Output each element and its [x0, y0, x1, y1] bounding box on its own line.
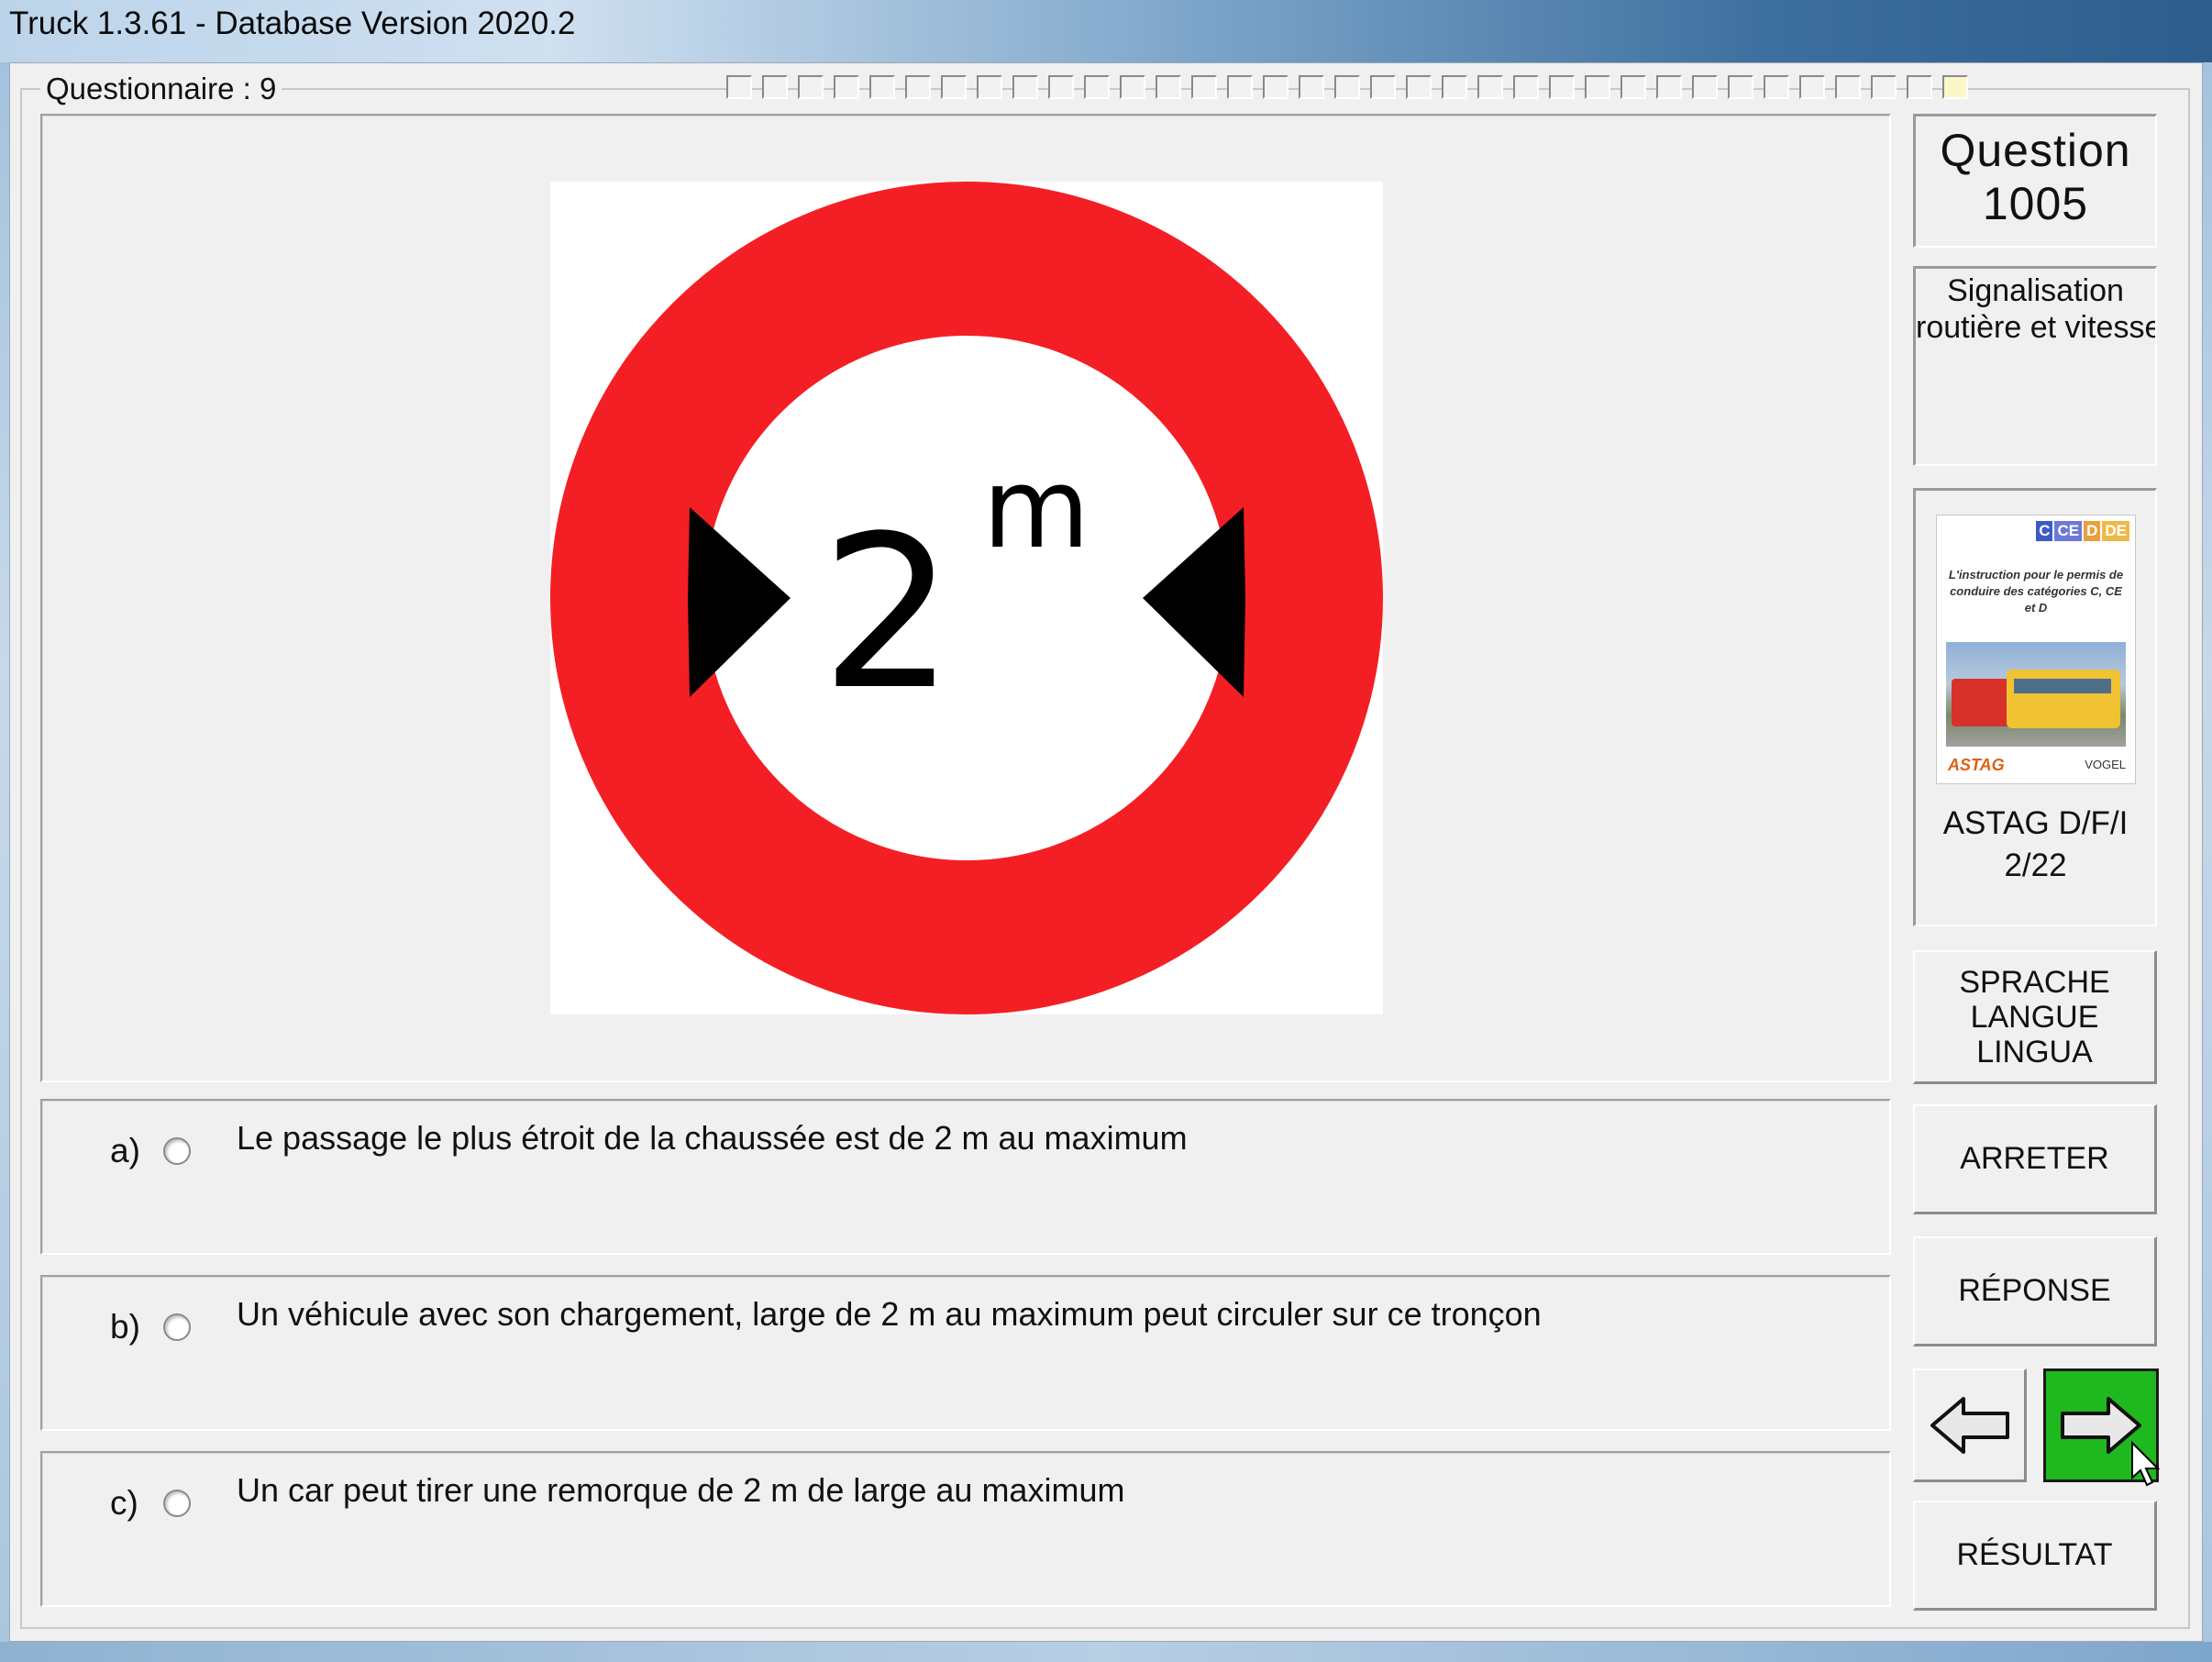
progress-box [1120, 75, 1145, 99]
progress-box [726, 75, 752, 99]
progress-box [1263, 75, 1288, 99]
publisher-logo: VOGEL [2085, 758, 2126, 771]
progress-box [869, 75, 895, 99]
result-button[interactable]: RÉSULTAT [1913, 1501, 2157, 1611]
book-title: L'instruction pour le permis de conduire… [1948, 568, 2124, 615]
book-tag: DE [2102, 521, 2129, 541]
next-button[interactable] [2043, 1368, 2161, 1487]
answer-text[interactable]: Un car peut tirer une remorque de 2 m de… [237, 1471, 1124, 1510]
progress-box [1585, 75, 1610, 99]
progress-box [1513, 75, 1539, 99]
sign-right-arrow [1143, 507, 1245, 697]
progress-box [1620, 75, 1646, 99]
answer-row-b[interactable]: b) Un véhicule avec son chargement, larg… [40, 1275, 1891, 1431]
language-label-fr: LANGUE [1970, 999, 2099, 1035]
language-button[interactable]: SPRACHE LANGUE LINGUA [1913, 950, 2157, 1084]
progress-box [1907, 75, 1932, 99]
book-tag: CE [2054, 521, 2083, 541]
progress-box [1942, 75, 1968, 99]
bus-illustration [2007, 670, 2120, 728]
stop-button[interactable]: ARRETER [1913, 1104, 2157, 1214]
book-photo [1946, 642, 2126, 747]
progress-box [1012, 75, 1038, 99]
progress-box [941, 75, 967, 99]
category-box: Signalisation routière et vitesse [1913, 266, 2157, 466]
answer-row-c[interactable]: c) Un car peut tirer une remorque de 2 m… [40, 1451, 1891, 1607]
reference-caption: ASTAG D/F/I 2/22 [1916, 803, 2155, 887]
arrow-left-icon [1930, 1396, 2009, 1454]
answer-radio-c[interactable] [163, 1490, 191, 1517]
title-bar[interactable]: Truck 1.3.61 - Database Version 2020.2 [0, 0, 2212, 62]
reference-box: C CE D DE L'instruction pour le permis d… [1913, 488, 2157, 926]
progress-box [1764, 75, 1789, 99]
questionnaire-label: Questionnaire : 9 [40, 72, 282, 106]
progress-box [1728, 75, 1753, 99]
category-line1: Signalisation [1947, 273, 2124, 308]
question-number: 1005 [1982, 178, 2089, 229]
progress-box [977, 75, 1002, 99]
progress-box [1799, 75, 1825, 99]
previous-button[interactable] [1913, 1368, 2027, 1482]
question-number-box: Question 1005 [1913, 114, 2157, 248]
progress-box [1370, 75, 1396, 99]
progress-box [1191, 75, 1217, 99]
answer-button[interactable]: RÉPONSE [1913, 1236, 2157, 1346]
mouse-cursor-icon [2131, 1441, 2161, 1487]
reference-line2: 2/22 [2004, 848, 2067, 883]
window-title: Truck 1.3.61 - Database Version 2020.2 [9, 6, 576, 41]
answer-text[interactable]: Un véhicule avec son chargement, large d… [237, 1295, 1542, 1334]
reference-line1: ASTAG D/F/I [1942, 805, 2129, 841]
sign-unit: m [983, 446, 1090, 573]
progress-box [1477, 75, 1503, 99]
category-line2: routière et vitesse [1916, 310, 2155, 345]
publisher-logo: ASTAG [1948, 756, 2005, 774]
progress-box [1442, 75, 1467, 99]
answer-text[interactable]: Le passage le plus étroit de la chaussée… [237, 1119, 1188, 1158]
book-category-tags: C CE D DE [2036, 521, 2129, 541]
progress-box [798, 75, 824, 99]
progress-box [762, 75, 788, 99]
sign-left-arrow [688, 507, 791, 697]
window-bottom-border [0, 1642, 2212, 1662]
progress-box [1549, 75, 1575, 99]
answer-letter: a) [110, 1132, 140, 1169]
progress-box [1048, 75, 1074, 99]
progress-box [1871, 75, 1897, 99]
progress-box [1299, 75, 1324, 99]
progress-box [1156, 75, 1181, 99]
progress-box [1334, 75, 1360, 99]
app-window: Truck 1.3.61 - Database Version 2020.2 Q… [0, 0, 2212, 1662]
progress-box [834, 75, 859, 99]
sign-value: 2 [821, 492, 955, 737]
progress-box [1406, 75, 1432, 99]
progress-box [1227, 75, 1253, 99]
answer-letter: c) [110, 1484, 138, 1522]
language-label-it: LINGUA [1976, 1034, 2093, 1069]
progress-box [1835, 75, 1861, 99]
answer-radio-b[interactable] [163, 1313, 191, 1341]
answer-row-a[interactable]: a) Le passage le plus étroit de la chaus… [40, 1099, 1891, 1255]
question-label: Question [1940, 125, 2131, 176]
language-label-de: SPRACHE [1959, 964, 2110, 1000]
max-width-sign: 2 m [550, 182, 1383, 1014]
book-tag: D [2084, 521, 2101, 541]
book-cover: C CE D DE L'instruction pour le permis d… [1936, 515, 2136, 784]
progress-box [905, 75, 931, 99]
answer-radio-a[interactable] [163, 1137, 191, 1165]
progress-box [1656, 75, 1682, 99]
book-tag: C [2036, 521, 2053, 541]
progress-box [1084, 75, 1110, 99]
progress-box [1692, 75, 1718, 99]
road-sign-image: 2 m [550, 182, 1383, 1014]
progress-indicator [726, 75, 1968, 101]
answer-letter: b) [110, 1308, 140, 1346]
